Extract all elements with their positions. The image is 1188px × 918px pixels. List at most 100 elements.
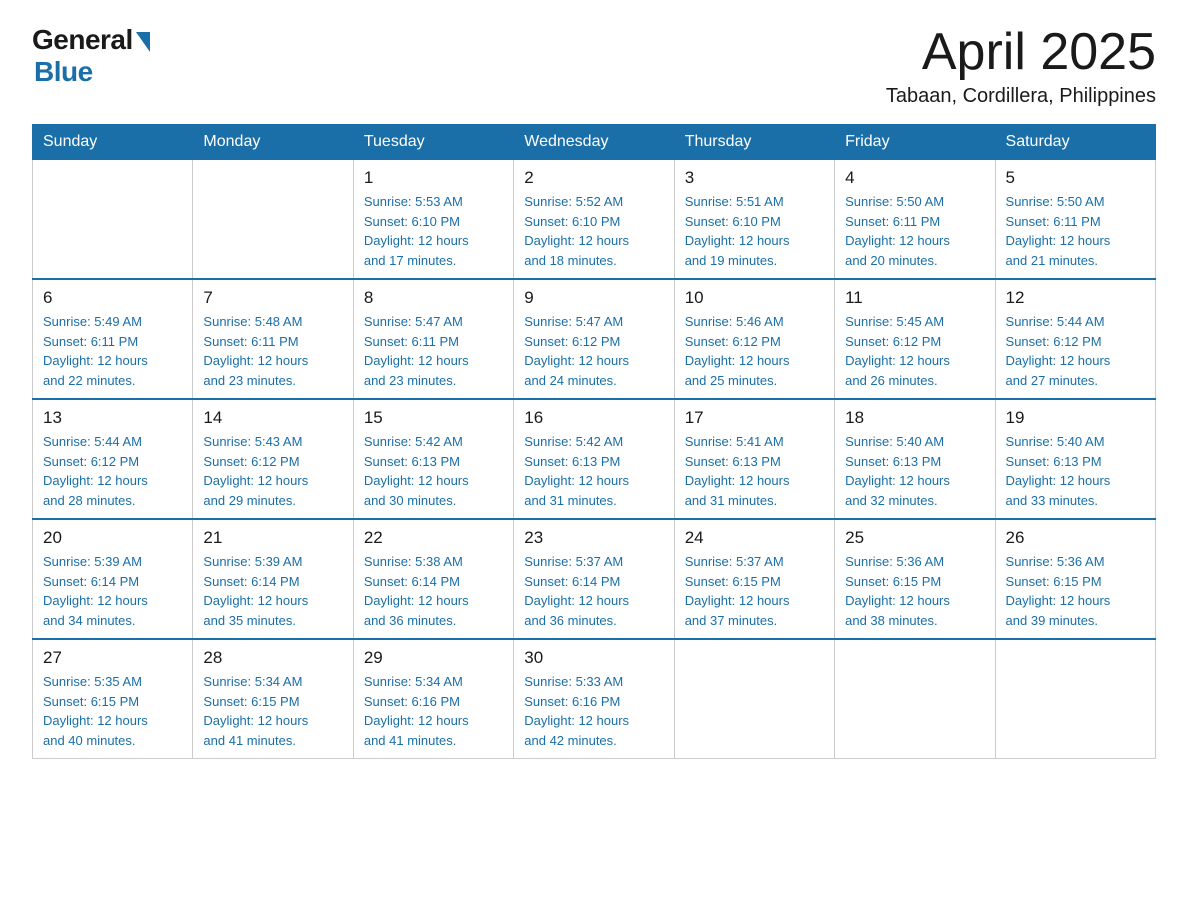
- table-row: 29Sunrise: 5:34 AM Sunset: 6:16 PM Dayli…: [353, 639, 513, 759]
- calendar-week-row: 1Sunrise: 5:53 AM Sunset: 6:10 PM Daylig…: [33, 160, 1156, 280]
- day-info: Sunrise: 5:46 AM Sunset: 6:12 PM Dayligh…: [685, 312, 824, 390]
- page-header: General Blue April 2025 Tabaan, Cordille…: [32, 24, 1156, 108]
- day-number: 28: [203, 648, 342, 668]
- header-monday: Monday: [193, 125, 353, 160]
- table-row: 6 Sunrise: 5:49 AM Sunset: 6:11 PM Daylig…: [33, 279, 193, 399]
- table-row: 26 Sunrise: 5:36 AM Sunset: 6:15 PM Dayli…: [995, 519, 1155, 639]
- day-info: Sunrise: 5:52 AM Sunset: 6:10 PM Dayligh…: [524, 192, 663, 270]
- day-info: Sunrise: 5:50 AM Sunset: 6:11 PM Dayligh…: [1006, 192, 1145, 270]
- day-number: 26: [1006, 528, 1145, 548]
- day-info: Sunrise: 5:42 AM Sunset: 6:13 PM Dayligh…: [524, 432, 663, 510]
- day-number: 3: [685, 168, 824, 188]
- day-number: 24: [685, 528, 824, 548]
- day-info: Sunrise: 5:53 AM Sunset: 6:10 PM Dayligh…: [364, 192, 503, 270]
- day-number: 8: [364, 288, 503, 308]
- calendar-table: Sunday Monday Tuesday Wednesday Thursday…: [32, 124, 1156, 759]
- table-row: [193, 160, 353, 280]
- day-info: Sunrise: 5:43 AM Sunset: 6:12 PM Dayligh…: [203, 432, 342, 510]
- header-friday: Friday: [835, 125, 995, 160]
- day-number: 11: [845, 288, 984, 308]
- day-number: 21: [203, 528, 342, 548]
- title-area: April 2025 Tabaan, Cordillera, Philippin…: [886, 24, 1156, 108]
- day-info: Sunrise: 5:49 AM Sunset: 6:11 PM Dayligh…: [43, 312, 182, 390]
- day-info: Sunrise: 5:39 AM Sunset: 6:14 PM Dayligh…: [43, 552, 182, 630]
- day-number: 6: [43, 288, 182, 308]
- logo: General Blue: [32, 24, 150, 88]
- calendar-week-row: 6 Sunrise: 5:49 AM Sunset: 6:11 PM Daylig…: [33, 279, 1156, 399]
- table-row: [674, 639, 834, 759]
- day-info: Sunrise: 5:34 AM Sunset: 6:15 PM Dayligh…: [203, 672, 342, 750]
- header-thursday: Thursday: [674, 125, 834, 160]
- table-row: 27Sunrise: 5:35 AM Sunset: 6:15 PM Dayli…: [33, 639, 193, 759]
- table-row: 3 Sunrise: 5:51 AM Sunset: 6:10 PM Daylig…: [674, 160, 834, 280]
- table-row: 21 Sunrise: 5:39 AM Sunset: 6:14 PM Dayli…: [193, 519, 353, 639]
- day-info: Sunrise: 5:38 AM Sunset: 6:14 PM Dayligh…: [364, 552, 503, 630]
- day-number: 12: [1006, 288, 1145, 308]
- table-row: [835, 639, 995, 759]
- day-info: Sunrise: 5:51 AM Sunset: 6:10 PM Dayligh…: [685, 192, 824, 270]
- day-number: 27: [43, 648, 182, 668]
- calendar-location: Tabaan, Cordillera, Philippines: [886, 85, 1156, 108]
- day-number: 23: [524, 528, 663, 548]
- table-row: 17 Sunrise: 5:41 AM Sunset: 6:13 PM Dayli…: [674, 399, 834, 519]
- day-number: 9: [524, 288, 663, 308]
- day-info: Sunrise: 5:44 AM Sunset: 6:12 PM Dayligh…: [43, 432, 182, 510]
- table-row: 11 Sunrise: 5:45 AM Sunset: 6:12 PM Dayli…: [835, 279, 995, 399]
- logo-triangle-icon: [136, 32, 150, 52]
- calendar-week-row: 27Sunrise: 5:35 AM Sunset: 6:15 PM Dayli…: [33, 639, 1156, 759]
- day-number: 2: [524, 168, 663, 188]
- header-sunday: Sunday: [33, 125, 193, 160]
- day-number: 5: [1006, 168, 1145, 188]
- day-info: Sunrise: 5:45 AM Sunset: 6:12 PM Dayligh…: [845, 312, 984, 390]
- table-row: 18 Sunrise: 5:40 AM Sunset: 6:13 PM Dayli…: [835, 399, 995, 519]
- table-row: 19Sunrise: 5:40 AM Sunset: 6:13 PM Dayli…: [995, 399, 1155, 519]
- table-row: [995, 639, 1155, 759]
- day-info: Sunrise: 5:39 AM Sunset: 6:14 PM Dayligh…: [203, 552, 342, 630]
- table-row: 30Sunrise: 5:33 AM Sunset: 6:16 PM Dayli…: [514, 639, 674, 759]
- day-info: Sunrise: 5:33 AM Sunset: 6:16 PM Dayligh…: [524, 672, 663, 750]
- day-info: Sunrise: 5:36 AM Sunset: 6:15 PM Dayligh…: [1006, 552, 1145, 630]
- day-number: 17: [685, 408, 824, 428]
- table-row: 7Sunrise: 5:48 AM Sunset: 6:11 PM Daylig…: [193, 279, 353, 399]
- day-number: 13: [43, 408, 182, 428]
- table-row: 22 Sunrise: 5:38 AM Sunset: 6:14 PM Dayli…: [353, 519, 513, 639]
- table-row: 16Sunrise: 5:42 AM Sunset: 6:13 PM Dayli…: [514, 399, 674, 519]
- day-number: 10: [685, 288, 824, 308]
- table-row: 1Sunrise: 5:53 AM Sunset: 6:10 PM Daylig…: [353, 160, 513, 280]
- day-info: Sunrise: 5:41 AM Sunset: 6:13 PM Dayligh…: [685, 432, 824, 510]
- table-row: 9 Sunrise: 5:47 AM Sunset: 6:12 PM Daylig…: [514, 279, 674, 399]
- header-wednesday: Wednesday: [514, 125, 674, 160]
- day-number: 4: [845, 168, 984, 188]
- table-row: 13 Sunrise: 5:44 AM Sunset: 6:12 PM Dayli…: [33, 399, 193, 519]
- day-number: 20: [43, 528, 182, 548]
- table-row: [33, 160, 193, 280]
- day-number: 18: [845, 408, 984, 428]
- day-number: 19: [1006, 408, 1145, 428]
- day-info: Sunrise: 5:47 AM Sunset: 6:12 PM Dayligh…: [524, 312, 663, 390]
- logo-general-text: General: [32, 24, 133, 56]
- day-info: Sunrise: 5:37 AM Sunset: 6:14 PM Dayligh…: [524, 552, 663, 630]
- day-number: 25: [845, 528, 984, 548]
- day-number: 15: [364, 408, 503, 428]
- day-info: Sunrise: 5:44 AM Sunset: 6:12 PM Dayligh…: [1006, 312, 1145, 390]
- table-row: 8 Sunrise: 5:47 AM Sunset: 6:11 PM Daylig…: [353, 279, 513, 399]
- table-row: 10 Sunrise: 5:46 AM Sunset: 6:12 PM Dayli…: [674, 279, 834, 399]
- day-number: 22: [364, 528, 503, 548]
- calendar-week-row: 13 Sunrise: 5:44 AM Sunset: 6:12 PM Dayli…: [33, 399, 1156, 519]
- day-info: Sunrise: 5:47 AM Sunset: 6:11 PM Dayligh…: [364, 312, 503, 390]
- day-info: Sunrise: 5:37 AM Sunset: 6:15 PM Dayligh…: [685, 552, 824, 630]
- calendar-week-row: 20 Sunrise: 5:39 AM Sunset: 6:14 PM Dayli…: [33, 519, 1156, 639]
- day-number: 14: [203, 408, 342, 428]
- table-row: 24 Sunrise: 5:37 AM Sunset: 6:15 PM Dayli…: [674, 519, 834, 639]
- table-row: 2 Sunrise: 5:52 AM Sunset: 6:10 PM Daylig…: [514, 160, 674, 280]
- day-info: Sunrise: 5:40 AM Sunset: 6:13 PM Dayligh…: [845, 432, 984, 510]
- day-number: 7: [203, 288, 342, 308]
- table-row: 28 Sunrise: 5:34 AM Sunset: 6:15 PM Dayli…: [193, 639, 353, 759]
- calendar-title: April 2025: [886, 24, 1156, 81]
- header-saturday: Saturday: [995, 125, 1155, 160]
- table-row: 4Sunrise: 5:50 AM Sunset: 6:11 PM Daylig…: [835, 160, 995, 280]
- day-info: Sunrise: 5:34 AM Sunset: 6:16 PM Dayligh…: [364, 672, 503, 750]
- logo-blue-text: Blue: [34, 56, 93, 88]
- table-row: 12 Sunrise: 5:44 AM Sunset: 6:12 PM Dayli…: [995, 279, 1155, 399]
- table-row: 23 Sunrise: 5:37 AM Sunset: 6:14 PM Dayli…: [514, 519, 674, 639]
